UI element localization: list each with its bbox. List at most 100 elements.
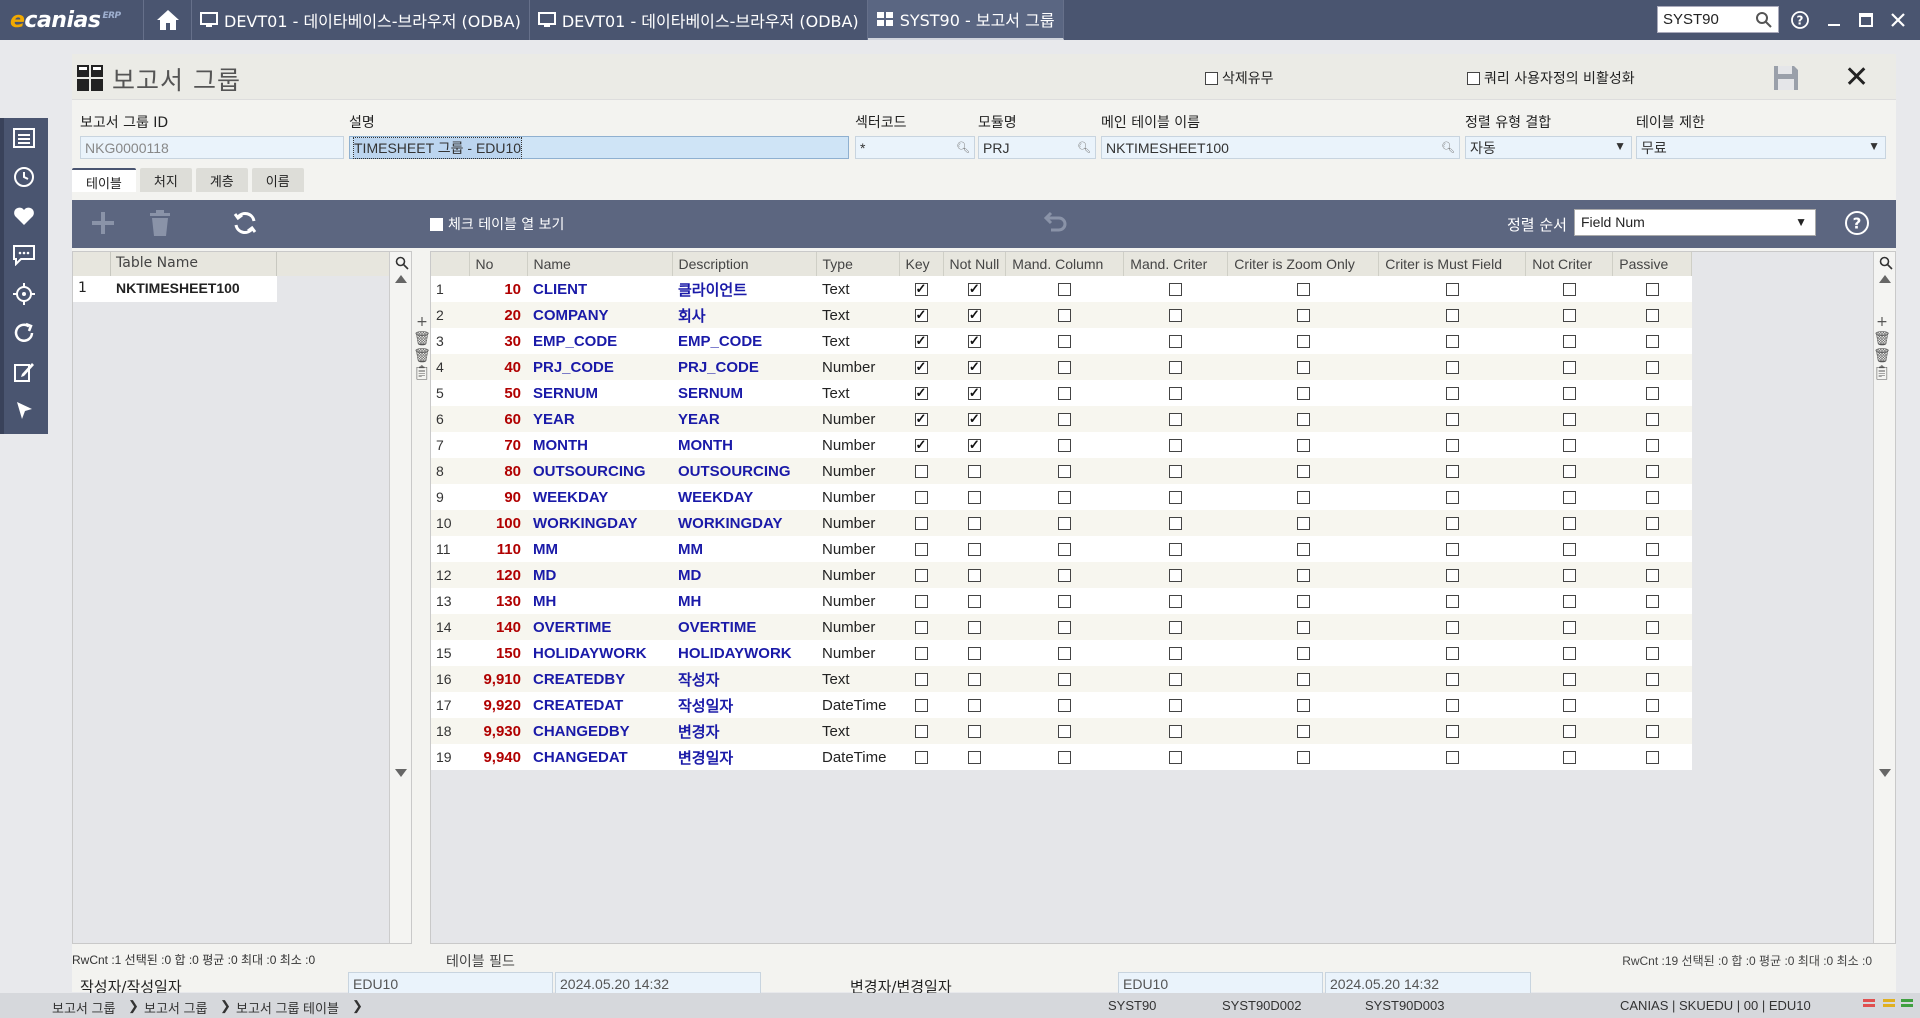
criter-must-field-checkbox[interactable] <box>1445 699 1459 713</box>
add-icon[interactable] <box>88 208 118 238</box>
passive-checkbox[interactable] <box>1645 283 1659 297</box>
mand-criter-checkbox[interactable] <box>1169 673 1183 687</box>
checkbox[interactable] <box>1467 71 1480 85</box>
search-icon[interactable]: 🔍︎ <box>956 141 970 154</box>
criter-must-field-checkbox[interactable] <box>1445 439 1459 453</box>
table-row[interactable]: 18 9,930 CHANGEDBY 변경자 Text <box>431 718 1692 744</box>
sidebar-item-target[interactable] <box>0 274 48 313</box>
table-row[interactable]: 15 150 HOLIDAYWORK HOLIDAYWORK Number <box>431 640 1692 666</box>
not-criter-checkbox[interactable] <box>1562 309 1576 323</box>
passive-checkbox[interactable] <box>1645 517 1659 531</box>
criter-must-field-checkbox[interactable] <box>1445 595 1459 609</box>
table-row[interactable]: 14 140 OVERTIME OVERTIME Number <box>431 614 1692 640</box>
table-row[interactable]: 6 60 YEAR YEAR Number <box>431 406 1692 432</box>
mand-column-checkbox[interactable] <box>1058 465 1072 479</box>
sidebar-item-filter[interactable] <box>0 391 48 430</box>
clipboard-icon[interactable]: 📋︎ <box>1873 365 1891 381</box>
passive-checkbox[interactable] <box>1645 725 1659 739</box>
table-row[interactable]: 11 110 MM MM Number <box>431 536 1692 562</box>
not-criter-checkbox[interactable] <box>1562 751 1576 765</box>
main-table-field[interactable]: NKTIMESHEET100 🔍︎ <box>1101 136 1460 159</box>
refresh-icon[interactable] <box>230 208 260 238</box>
search-icon[interactable]: 🔍︎ <box>1077 141 1091 154</box>
delete-icon[interactable] <box>145 208 175 238</box>
not-null-checkbox[interactable] <box>967 411 981 427</box>
mand-column-checkbox[interactable] <box>1058 725 1072 739</box>
tab-name[interactable]: 이름 <box>251 168 304 192</box>
mand-criter-checkbox[interactable] <box>1169 595 1183 609</box>
chevron-down-icon[interactable]: ▼ <box>1795 215 1807 229</box>
delete-flag-checkbox[interactable]: 삭제유무 <box>1205 68 1274 88</box>
criter-must-field-checkbox[interactable] <box>1445 283 1459 297</box>
passive-checkbox[interactable] <box>1645 699 1659 713</box>
table-limit-select[interactable]: 무료 ▼ <box>1636 136 1886 159</box>
key-checkbox[interactable] <box>914 699 928 713</box>
criter-must-field-checkbox[interactable] <box>1445 569 1459 583</box>
table-row[interactable]: 10 100 WORKINGDAY WORKINGDAY Number <box>431 510 1692 536</box>
status-flag-red-icon[interactable] <box>1862 997 1876 1011</box>
key-checkbox[interactable] <box>914 543 928 557</box>
mand-criter-checkbox[interactable] <box>1169 335 1183 349</box>
not-null-checkbox[interactable] <box>967 491 981 505</box>
criter-must-field-checkbox[interactable] <box>1445 491 1459 505</box>
criter-zoom-only-checkbox[interactable] <box>1296 283 1310 297</box>
criter-must-field-checkbox[interactable] <box>1445 413 1459 427</box>
criter-zoom-only-checkbox[interactable] <box>1296 335 1310 349</box>
criter-zoom-only-checkbox[interactable] <box>1296 569 1310 583</box>
passive-checkbox[interactable] <box>1645 335 1659 349</box>
mand-criter-checkbox[interactable] <box>1169 491 1183 505</box>
mand-column-checkbox[interactable] <box>1058 621 1072 635</box>
not-null-checkbox[interactable] <box>967 333 981 349</box>
breadcrumb-item[interactable]: 보고서 그룹 <box>52 998 115 1017</box>
mand-column-checkbox[interactable] <box>1058 517 1072 531</box>
not-criter-checkbox[interactable] <box>1562 699 1576 713</box>
home-button[interactable] <box>143 0 192 40</box>
mand-criter-checkbox[interactable] <box>1169 569 1183 583</box>
trash-icon[interactable]: 🗑︎ <box>413 331 431 347</box>
key-checkbox[interactable] <box>914 751 928 765</box>
add-row-icon[interactable]: + <box>1876 314 1888 330</box>
mand-criter-checkbox[interactable] <box>1169 439 1183 453</box>
mand-column-checkbox[interactable] <box>1058 543 1072 557</box>
not-criter-checkbox[interactable] <box>1562 491 1576 505</box>
not-null-checkbox[interactable] <box>967 647 981 661</box>
table-row[interactable]: 4 40 PRJ_CODE PRJ_CODE Number <box>431 354 1692 380</box>
checkbox[interactable] <box>430 217 443 231</box>
not-criter-checkbox[interactable] <box>1562 595 1576 609</box>
transaction-search-input[interactable]: SYST90 <box>1657 6 1779 33</box>
passive-checkbox[interactable] <box>1645 751 1659 765</box>
mand-criter-checkbox[interactable] <box>1169 751 1183 765</box>
criter-zoom-only-checkbox[interactable] <box>1296 413 1310 427</box>
criter-must-field-checkbox[interactable] <box>1445 335 1459 349</box>
table-row[interactable]: 5 50 SERNUM SERNUM Text <box>431 380 1692 406</box>
vertical-scrollbar[interactable] <box>389 252 411 943</box>
key-checkbox[interactable] <box>914 411 928 427</box>
criter-zoom-only-checkbox[interactable] <box>1296 647 1310 661</box>
mand-column-checkbox[interactable] <box>1058 673 1072 687</box>
tab-syst90[interactable]: SYST90 - 보고서 그룹 <box>867 0 1064 40</box>
key-checkbox[interactable] <box>914 333 928 349</box>
mand-column-checkbox[interactable] <box>1058 647 1072 661</box>
not-null-checkbox[interactable] <box>967 437 981 453</box>
search-icon[interactable]: 🔍︎ <box>1441 141 1455 154</box>
sidebar-item-history[interactable] <box>0 157 48 196</box>
search-icon[interactable] <box>395 256 409 270</box>
not-null-checkbox[interactable] <box>967 673 981 687</box>
status-flag-green-icon[interactable] <box>1900 997 1914 1011</box>
not-null-checkbox[interactable] <box>967 543 981 557</box>
passive-checkbox[interactable] <box>1645 465 1659 479</box>
not-criter-checkbox[interactable] <box>1562 413 1576 427</box>
mand-column-checkbox[interactable] <box>1058 699 1072 713</box>
not-null-checkbox[interactable] <box>967 699 981 713</box>
key-checkbox[interactable] <box>914 569 928 583</box>
not-criter-checkbox[interactable] <box>1562 725 1576 739</box>
tab-table[interactable]: 테이블 <box>72 168 136 192</box>
criter-must-field-checkbox[interactable] <box>1445 751 1459 765</box>
sidebar-item-favorites[interactable] <box>0 196 48 235</box>
criter-must-field-checkbox[interactable] <box>1445 465 1459 479</box>
breadcrumb-item[interactable]: 보고서 그룹 <box>144 998 207 1017</box>
key-checkbox[interactable] <box>914 281 928 297</box>
mand-column-checkbox[interactable] <box>1058 413 1072 427</box>
description-field[interactable]: TIMESHEET 그룹 - EDU10 <box>349 136 849 159</box>
mand-column-checkbox[interactable] <box>1058 595 1072 609</box>
